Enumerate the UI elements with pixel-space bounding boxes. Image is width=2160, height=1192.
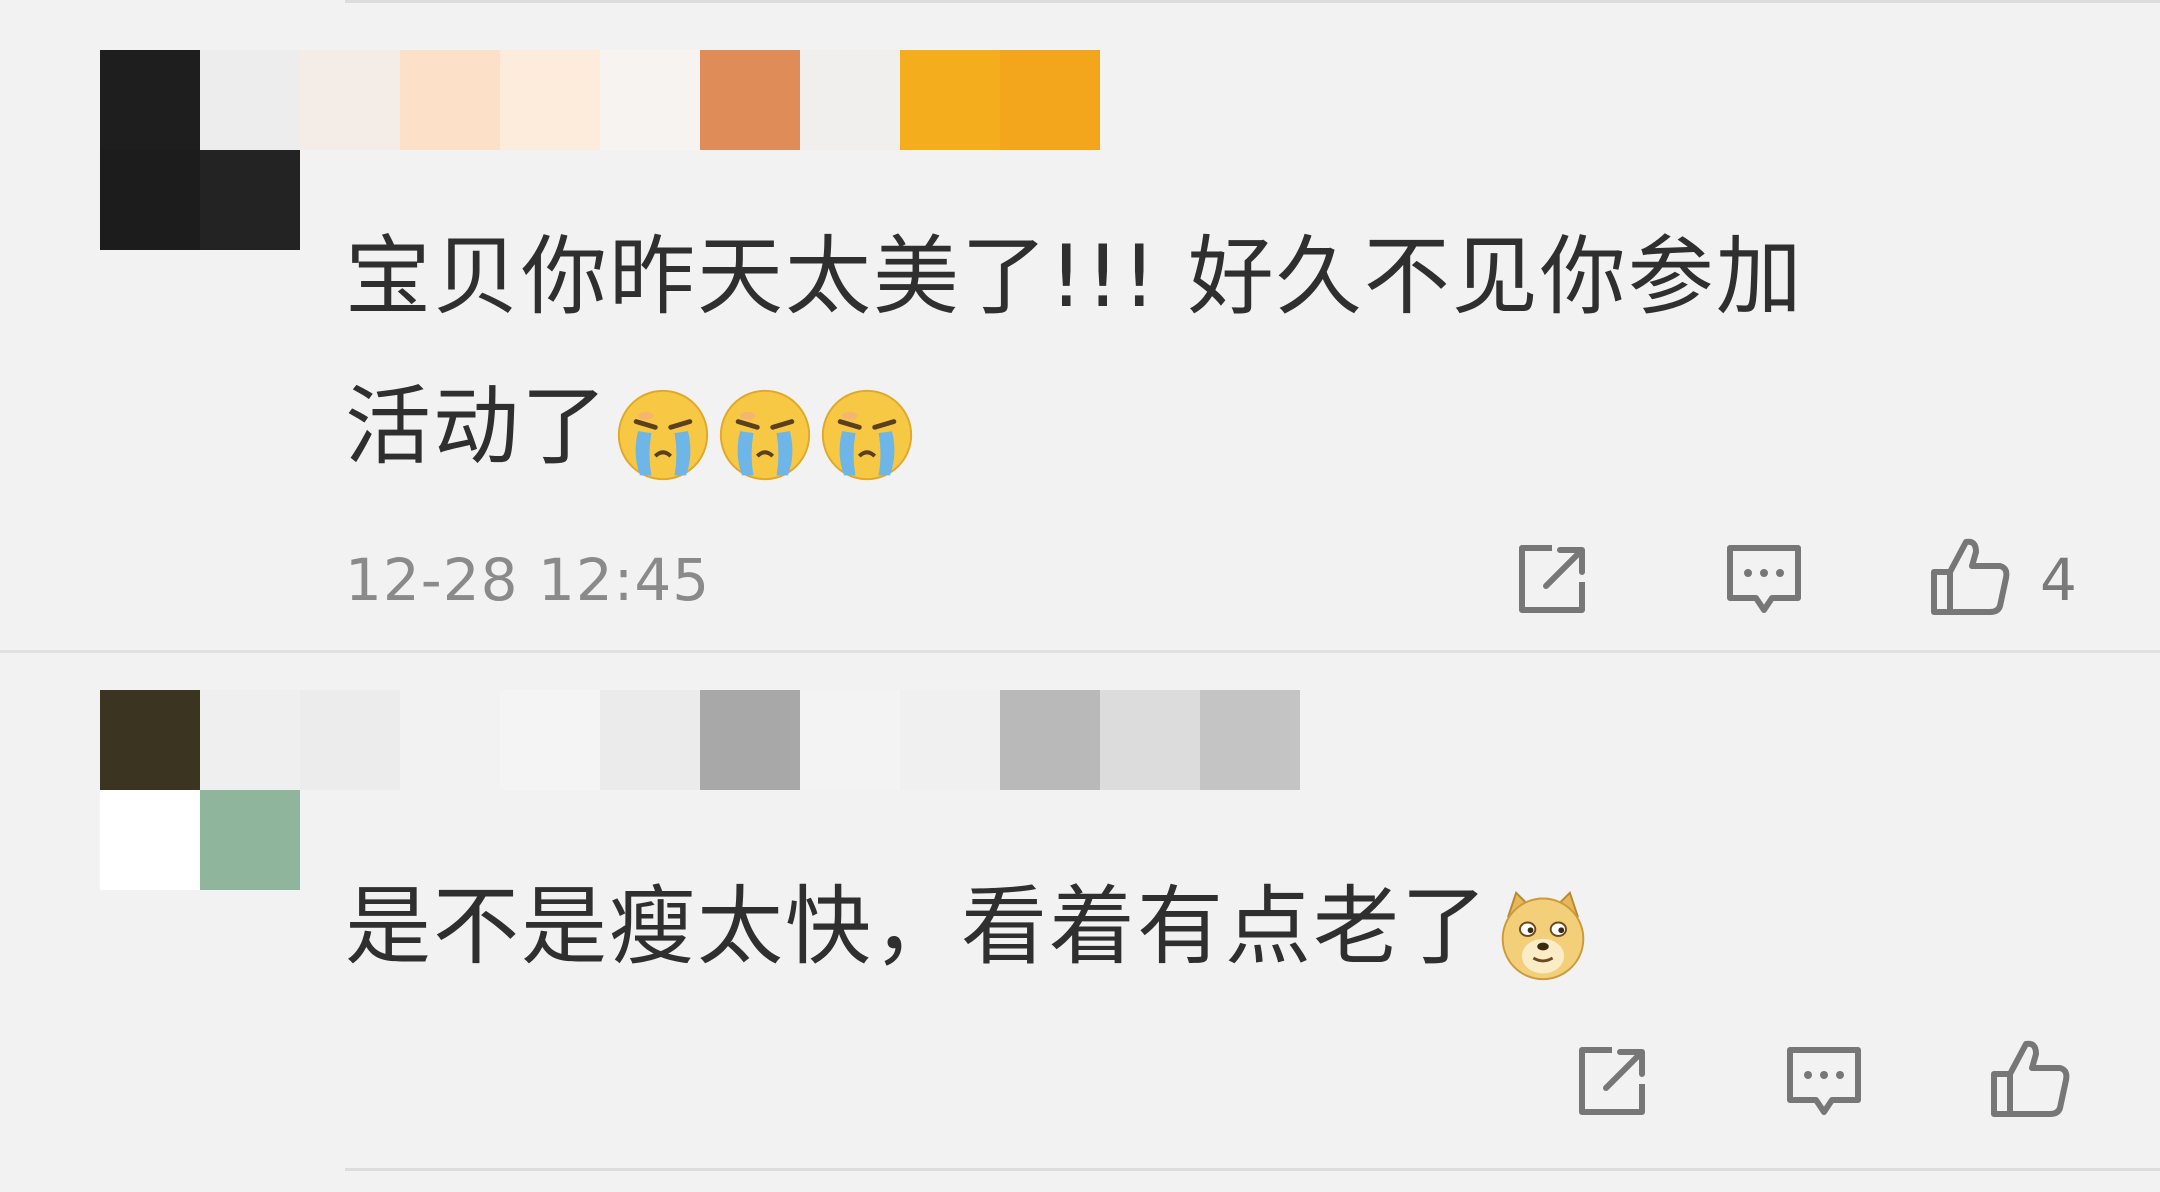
comment-text-line: 宝贝你昨天太美了!!! 好久不见你参加 — [345, 227, 1804, 327]
like-button[interactable] — [1988, 1036, 2072, 1120]
share-icon — [1519, 545, 1585, 613]
comment-text-content: 是不是瘦太快，看着有点老了 — [345, 877, 1489, 977]
avatar-censored[interactable] — [100, 50, 300, 250]
comment-text-tail: 活动了 — [345, 377, 609, 477]
comment-divider — [0, 650, 2160, 653]
comment-text-line: 活动了 — [345, 352, 1804, 502]
comment-icon — [1727, 545, 1801, 613]
comment-text: 是不是瘦太快，看着有点老了 — [345, 852, 1591, 1002]
comment-text-line: 是不是瘦太快，看着有点老了 — [345, 852, 1591, 1002]
share-button[interactable] — [1510, 538, 1594, 622]
thumbs-up-icon — [1991, 1040, 2070, 1117]
thumbs-up-icon — [1931, 538, 2010, 615]
share-icon — [1579, 1047, 1645, 1115]
top-divider — [345, 0, 2160, 3]
crying-face-emoji — [615, 379, 711, 480]
crying-face-emoji — [819, 379, 915, 480]
share-button[interactable] — [1570, 1040, 1654, 1124]
username-censored[interactable] — [300, 50, 1100, 150]
like-count: 4 — [2040, 546, 2077, 614]
like-button[interactable] — [1928, 534, 2012, 618]
crying-face-emoji — [717, 379, 813, 480]
avatar-censored[interactable] — [100, 690, 300, 890]
comment-text: 宝贝你昨天太美了!!! 好久不见你参加 活动了 — [345, 202, 1804, 502]
username-censored[interactable] — [300, 690, 1300, 790]
comment-timestamp: 12-28 12:45 — [345, 546, 711, 614]
reply-button[interactable] — [1782, 1040, 1866, 1124]
doge-emoji — [1495, 879, 1591, 980]
bottom-divider — [345, 1168, 2160, 1171]
reply-button[interactable] — [1722, 538, 1806, 622]
comment-icon — [1787, 1047, 1861, 1115]
